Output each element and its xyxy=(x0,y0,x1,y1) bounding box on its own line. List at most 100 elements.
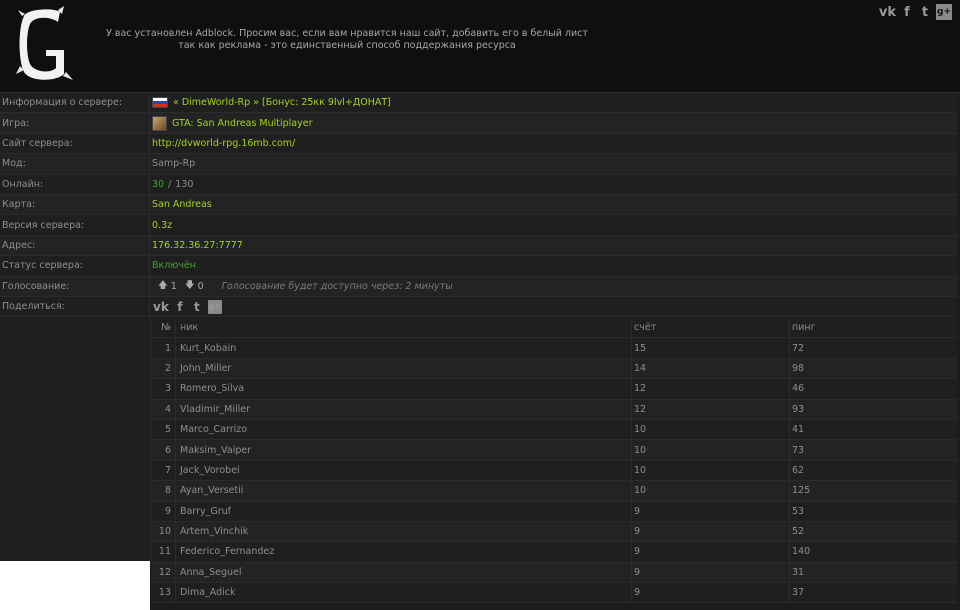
player-score: 12 xyxy=(631,399,789,419)
player-nick: Anna_Seguel xyxy=(175,562,631,583)
header-num: № xyxy=(161,322,171,334)
online-separator: / xyxy=(168,178,172,190)
player-num: 6 xyxy=(164,444,171,456)
vote-up-button[interactable]: 🡅 1 xyxy=(158,278,177,294)
player-score: 9 xyxy=(631,521,789,542)
table-row: 8 Ayan_Versetii 10 125 xyxy=(151,481,957,502)
site-link[interactable]: http://dvworld-rpg.16mb.com/ xyxy=(152,138,295,149)
player-ping: 41 xyxy=(789,419,957,440)
info-row-version: Версия сервера: 0.3z xyxy=(0,215,957,236)
player-score: 9 xyxy=(631,542,789,562)
vote-up-count: 1 xyxy=(170,280,177,292)
site-label: Сайт сервера: xyxy=(0,133,150,154)
info-row-game: Игра: GTA: San Andreas Multiplayer xyxy=(0,113,957,134)
mod-label: Мод: xyxy=(0,154,150,174)
player-num: 12 xyxy=(158,566,171,578)
player-ping: 125 xyxy=(789,481,957,501)
server-label: Информация о сервере: xyxy=(0,93,150,113)
table-row: 12 Anna_Seguel 9 31 xyxy=(151,562,957,584)
info-row-map: Карта: San Andreas xyxy=(0,194,957,216)
facebook-icon[interactable]: f xyxy=(900,4,914,20)
player-num: 2 xyxy=(164,362,171,374)
vote-down-count: 0 xyxy=(197,280,204,292)
player-nick: Federico_Fernandez xyxy=(175,542,631,562)
vote-label: Голосование: xyxy=(0,276,150,296)
table-row: 5 Marco_Carrizo 10 41 xyxy=(151,419,957,441)
table-row: 13 Dima_Adick 9 37 xyxy=(151,583,957,604)
table-row: 2 John_Miller 14 98 xyxy=(151,358,957,380)
google-plus-icon[interactable]: g+ xyxy=(936,4,952,20)
map-value: San Andreas xyxy=(152,199,212,211)
online-label: Онлайн: xyxy=(0,174,150,194)
arrow-up-icon: 🡅 xyxy=(158,280,168,292)
twitter-icon[interactable]: t xyxy=(918,4,932,20)
page: У вас установлен Adblock. Просим вас, ес… xyxy=(0,0,960,610)
player-ping: 31 xyxy=(789,562,957,583)
header-social-links: vk f t g+ xyxy=(879,4,952,20)
address-label: Адрес: xyxy=(0,235,150,256)
player-nick: Ayan_Versetii xyxy=(175,481,631,501)
share-vk-icon[interactable]: vk xyxy=(153,300,169,314)
left-column-filler xyxy=(0,318,151,561)
info-row-status: Статус сервера: Включён xyxy=(0,256,957,277)
player-num: 1 xyxy=(164,342,171,354)
player-ping: 53 xyxy=(789,501,957,521)
address-value[interactable]: 176.32.36.27:7777 xyxy=(152,240,243,251)
share-label: Поделиться: xyxy=(0,296,150,317)
status-label: Статус сервера: xyxy=(0,256,150,276)
info-row-server: Информация о сервере: « DimeWorld-Rp » [… xyxy=(0,93,957,114)
site-logo[interactable] xyxy=(16,6,78,84)
player-nick: Jack_Vorobei xyxy=(175,460,631,481)
table-row: 1 Kurt_Kobain 15 72 xyxy=(151,338,957,359)
share-twitter-icon[interactable]: t xyxy=(191,300,203,314)
player-ping: 73 xyxy=(789,440,957,460)
server-name: « DimeWorld-Rp » [Бонус: 25кк 9lvl+ДОНАТ… xyxy=(173,97,391,109)
player-score: 10 xyxy=(631,419,789,440)
share-google-plus-icon[interactable]: g+ xyxy=(207,299,222,314)
game-icon xyxy=(152,115,167,131)
vote-down-button[interactable]: 🡇 0 xyxy=(185,278,204,294)
vk-icon[interactable]: vk xyxy=(879,4,896,20)
player-nick: Maksim_Vaiper xyxy=(175,440,631,460)
online-current: 30 xyxy=(152,178,165,190)
player-nick: Vladimir_Miller xyxy=(175,399,631,419)
header-score[interactable]: счёт xyxy=(631,318,789,338)
player-ping: 37 xyxy=(789,583,957,603)
table-row: 11 Federico_Fernandez 9 140 xyxy=(151,542,957,563)
table-row: 10 Artem_Vinchik 9 52 xyxy=(151,521,957,543)
player-score: 9 xyxy=(631,501,789,521)
map-label: Карта: xyxy=(0,194,150,215)
player-num: 10 xyxy=(158,526,171,538)
player-nick: Romero_Silva xyxy=(175,379,631,399)
version-label: Версия сервера: xyxy=(0,215,150,235)
player-num: 11 xyxy=(158,546,171,558)
share-facebook-icon[interactable]: f xyxy=(174,300,186,314)
player-num: 8 xyxy=(164,485,171,497)
table-row: 6 Maksim_Vaiper 10 73 xyxy=(151,440,957,461)
header-ping[interactable]: пинг xyxy=(789,318,957,338)
info-row-address: Адрес: 176.32.36.27:7777 xyxy=(0,235,957,257)
game-value: GTA: San Andreas Multiplayer xyxy=(172,117,313,129)
player-num: 13 xyxy=(158,587,171,599)
info-row-online: Онлайн: 30 / 130 xyxy=(0,174,957,195)
players-body: 1 Kurt_Kobain 15 72 2 John_Miller 14 98 3 Romero_… xyxy=(151,338,957,604)
player-score: 10 xyxy=(631,440,789,460)
adblock-notice-line1: У вас установлен Adblock. Просим вас, ес… xyxy=(106,28,588,39)
player-ping: 46 xyxy=(789,379,957,399)
player-nick: Kurt_Kobain xyxy=(175,338,631,358)
mod-value: Samp-Rp xyxy=(152,158,196,170)
player-num: 7 xyxy=(164,464,171,476)
player-nick: Marco_Carrizo xyxy=(175,419,631,440)
player-ping: 93 xyxy=(789,399,957,419)
player-num: 3 xyxy=(164,383,171,395)
header-nick[interactable]: ник xyxy=(175,318,631,338)
russia-flag-icon xyxy=(152,97,168,109)
page-background-corner xyxy=(0,561,150,610)
player-score: 15 xyxy=(631,338,789,358)
player-ping: 72 xyxy=(789,338,957,358)
info-row-vote: Голосование: 🡅 1 🡇 0 Голосование будет д… xyxy=(0,276,957,297)
player-num: 9 xyxy=(164,505,171,517)
player-ping: 62 xyxy=(789,460,957,481)
info-row-share: Поделиться: vk f t g+ xyxy=(0,296,957,318)
table-row: 7 Jack_Vorobei 10 62 xyxy=(151,460,957,482)
